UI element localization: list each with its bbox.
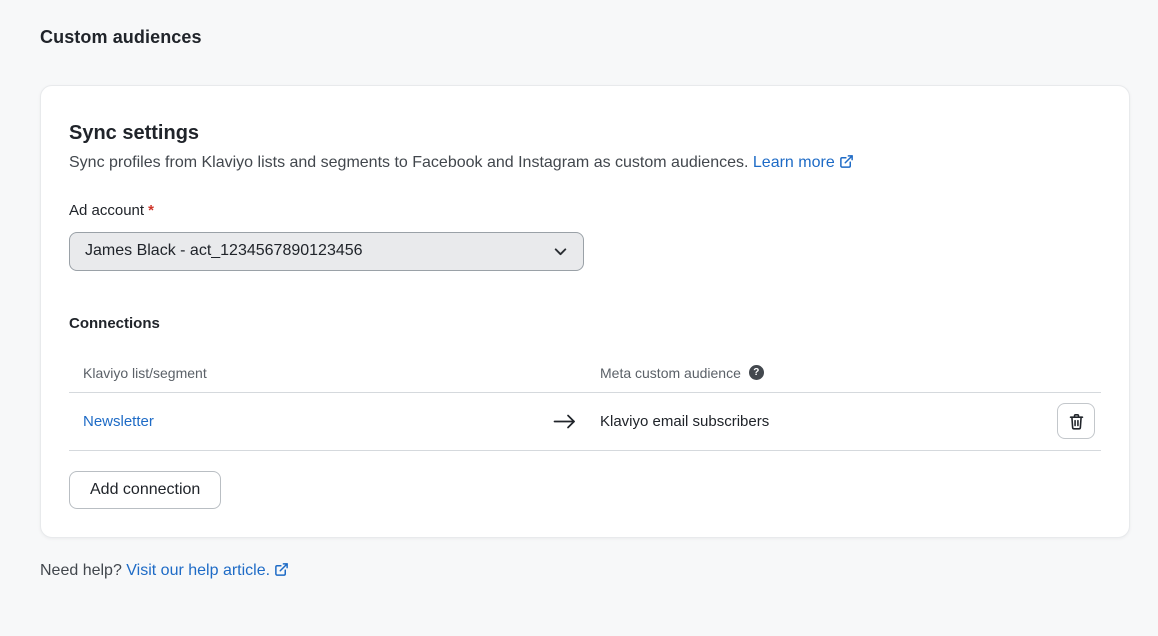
learn-more-label: Learn more bbox=[753, 154, 835, 171]
sync-settings-card: Sync settings Sync profiles from Klaviyo… bbox=[40, 85, 1130, 538]
help-article-link[interactable]: Visit our help article. bbox=[126, 562, 289, 579]
arrow-right-icon bbox=[552, 413, 578, 430]
trash-icon bbox=[1067, 412, 1086, 431]
column-header-meta-audience: Meta custom audience ? bbox=[588, 365, 1041, 381]
custom-audiences-page: Custom audiences Sync settings Sync prof… bbox=[0, 0, 1158, 582]
connections-table: Klaviyo list/segment Meta custom audienc… bbox=[69, 365, 1101, 451]
page-title: Custom audiences bbox=[40, 27, 1130, 48]
connections-table-header: Klaviyo list/segment Meta custom audienc… bbox=[69, 365, 1101, 393]
sync-settings-description: Sync profiles from Klaviyo lists and seg… bbox=[69, 153, 1101, 176]
external-link-icon bbox=[839, 154, 854, 176]
description-text: Sync profiles from Klaviyo lists and seg… bbox=[69, 154, 748, 171]
external-link-icon bbox=[274, 562, 289, 582]
column-header-meta-audience-text: Meta custom audience bbox=[600, 365, 741, 381]
footer-help: Need help? Visit our help article. bbox=[40, 562, 1130, 582]
klaviyo-list-link[interactable]: Newsletter bbox=[83, 413, 154, 430]
ad-account-selected-value: James Black - act_1234567890123456 bbox=[85, 242, 363, 260]
connection-meta-cell: Klaviyo email subscribers bbox=[588, 413, 1041, 430]
footer-help-prefix: Need help? bbox=[40, 562, 126, 579]
ad-account-select[interactable]: James Black - act_1234567890123456 bbox=[69, 232, 584, 271]
help-article-link-label: Visit our help article. bbox=[126, 562, 270, 579]
required-asterisk: * bbox=[148, 202, 154, 219]
sync-settings-heading: Sync settings bbox=[69, 122, 1101, 145]
learn-more-link[interactable]: Learn more bbox=[753, 154, 854, 171]
add-connection-button[interactable]: Add connection bbox=[69, 471, 221, 509]
connection-list-cell: Newsletter bbox=[69, 413, 542, 430]
connection-action-cell bbox=[1041, 403, 1101, 439]
column-header-list-segment: Klaviyo list/segment bbox=[69, 365, 542, 381]
connection-arrow-cell bbox=[542, 413, 588, 430]
ad-account-label: Ad account* bbox=[69, 202, 1101, 219]
delete-connection-button[interactable] bbox=[1057, 403, 1095, 439]
connection-row: Newsletter Klaviyo email subscribers bbox=[69, 393, 1101, 451]
chevron-down-icon bbox=[552, 243, 569, 260]
connections-heading: Connections bbox=[69, 315, 1101, 332]
ad-account-label-text: Ad account bbox=[69, 202, 144, 219]
meta-audience-name: Klaviyo email subscribers bbox=[600, 413, 769, 430]
question-mark-icon[interactable]: ? bbox=[749, 365, 764, 380]
